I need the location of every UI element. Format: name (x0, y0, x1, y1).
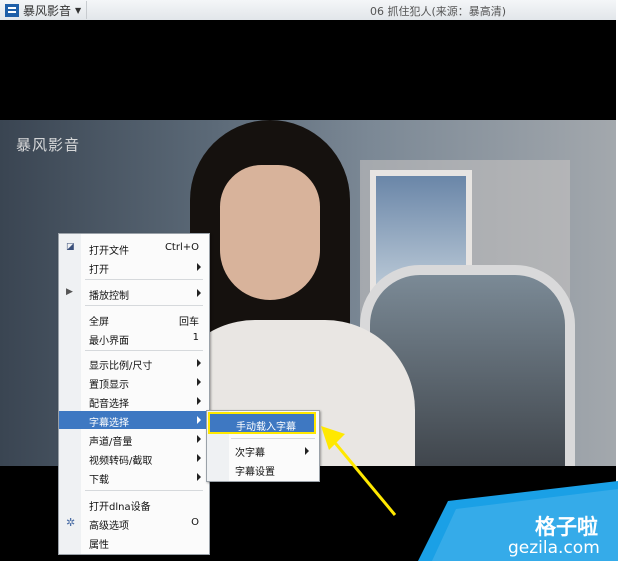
gezila-logo-text: 格子啦 (535, 515, 598, 539)
menu-item-label: 字幕选择 (89, 418, 129, 429)
menu-item-label: 打开dlna设备 (89, 502, 151, 513)
shortcut-label: 1 (192, 332, 199, 343)
submenu-arrow-icon (197, 416, 201, 424)
submenu-arrow-icon (197, 359, 201, 367)
menu-item-properties[interactable]: 属性 (59, 533, 209, 551)
video-title: 06 抓住犯人(来源：暴高清) (370, 5, 507, 18)
menu-item-label: 打开文件 (89, 246, 129, 257)
menu-item-label: 显示比例/尺寸 (89, 361, 153, 372)
menu-item-label: 播放控制 (89, 291, 129, 302)
submenu-arrow-icon (197, 263, 201, 271)
menu-item-mini-mode[interactable]: 最小界面 1 (59, 329, 209, 347)
menu-item-dlna[interactable]: 打开dlna设备 (59, 495, 209, 513)
submenu-arrow-icon (197, 454, 201, 462)
play-icon: ▶ (66, 287, 73, 297)
menu-item-label: 下载 (89, 475, 109, 486)
gear-icon: ✲ (66, 516, 76, 529)
watermark-logo: 暴风影音 (16, 136, 81, 154)
person-face (220, 165, 320, 300)
app-menu-button[interactable]: 暴风影音 ▼ (2, 1, 87, 19)
caret-down-icon: ▼ (75, 5, 82, 15)
menu-item-label: 打开 (89, 265, 109, 276)
menu-item-channel-volume[interactable]: 声道/音量 (59, 430, 209, 448)
menu-item-label: 手动载入字幕 (236, 422, 296, 433)
submenu-arrow-icon (197, 397, 201, 405)
menu-item-fullscreen[interactable]: 全屏 回车 (59, 310, 209, 328)
menu-item-label: 全屏 (89, 317, 109, 328)
menu-item-label: 视频转码/截取 (89, 456, 153, 467)
submenu-arrow-icon (197, 473, 201, 481)
submenu-item-load-subtitle[interactable]: 手动载入字幕 (208, 412, 316, 434)
menu-item-label: 属性 (89, 540, 109, 551)
app-name: 暴风影音 (23, 3, 72, 18)
menu-item-label: 置顶显示 (89, 380, 129, 391)
menu-separator (85, 490, 203, 491)
menu-item-playback-control[interactable]: ▶ 播放控制 (59, 284, 209, 302)
menu-item-audio-track[interactable]: 配音选择 (59, 392, 209, 410)
menu-item-always-on-top[interactable]: 置顶显示 (59, 373, 209, 391)
menu-item-subtitle[interactable]: 字幕选择 (59, 411, 209, 429)
submenu-arrow-icon (305, 447, 309, 455)
menu-item-aspect-ratio[interactable]: 显示比例/尺寸 (59, 354, 209, 372)
menu-item-label: 声道/音量 (89, 437, 133, 448)
menu-separator (85, 279, 203, 280)
subtitle-submenu: 手动载入字幕 次字幕 字幕设置 (206, 410, 320, 482)
menu-item-download[interactable]: 下载 (59, 468, 209, 486)
menu-separator (231, 438, 315, 439)
shortcut-label: 回车 (179, 317, 199, 328)
title-bar: 暴风影音 ▼ 06 抓住犯人(来源：暴高清) (0, 0, 616, 21)
menu-item-label: 最小界面 (89, 336, 129, 347)
menu-item-label: 高级选项 (89, 521, 129, 532)
context-menu: ◪ 打开文件 Ctrl+O 打开 ▶ 播放控制 全屏 回车 最小界面 1 显示比… (58, 233, 210, 555)
submenu-item-secondary-subtitle[interactable]: 次字幕 (235, 444, 265, 459)
gezila-url[interactable]: gezila.com (508, 538, 600, 558)
menu-item-label: 配音选择 (89, 399, 129, 410)
submenu-arrow-icon (197, 378, 201, 386)
menu-item-open-file[interactable]: ◪ 打开文件 Ctrl+O (59, 239, 209, 257)
player-window: 暴风影音 ▼ 06 抓住犯人(来源：暴高清) 暴风影音 ◪ 打开文件 Ctrl+… (0, 0, 618, 561)
menu-item-transcode[interactable]: 视频转码/截取 (59, 449, 209, 467)
shortcut-label: Ctrl+O (164, 242, 199, 253)
menu-item-advanced-options[interactable]: ✲ 高级选项 O (59, 514, 209, 532)
app-logo-icon (5, 3, 19, 17)
menu-separator (85, 350, 203, 351)
menu-item-open[interactable]: 打开 (59, 258, 209, 276)
shortcut-label: O (191, 517, 199, 528)
submenu-item-subtitle-settings[interactable]: 字幕设置 (235, 463, 275, 478)
menu-separator (85, 305, 203, 306)
submenu-arrow-icon (197, 289, 201, 297)
submenu-arrow-icon (197, 435, 201, 443)
open-file-icon: ◪ (66, 242, 75, 252)
annotation-arrow-icon (321, 426, 397, 516)
